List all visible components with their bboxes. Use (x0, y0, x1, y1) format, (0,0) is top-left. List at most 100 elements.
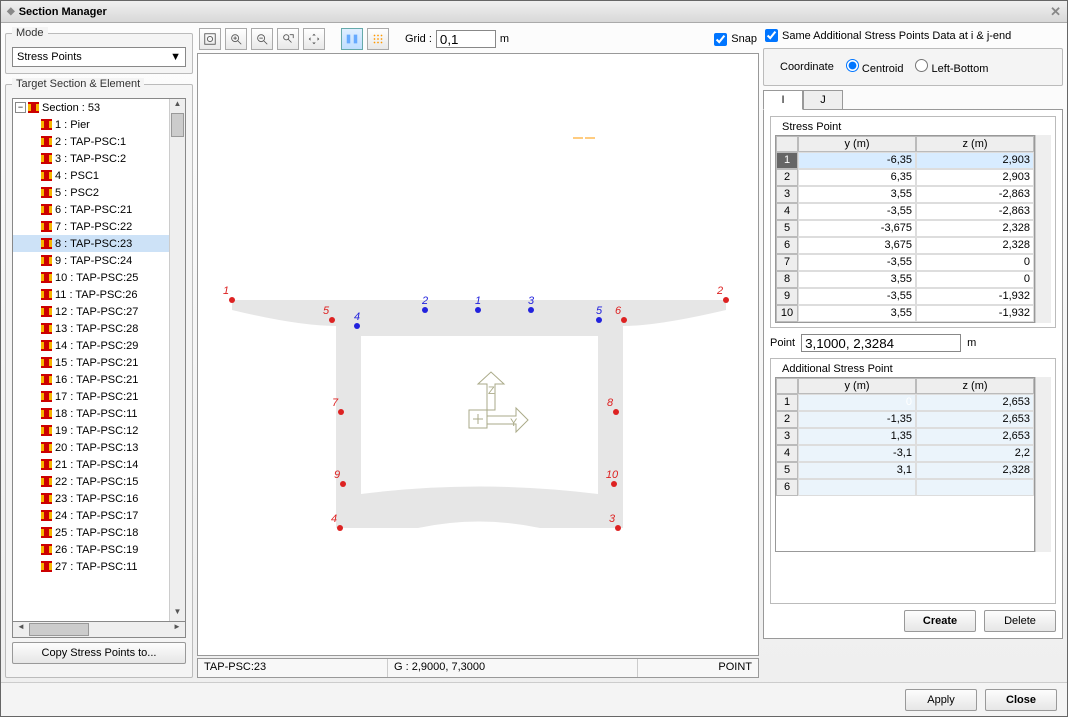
stress-point-marker[interactable] (229, 297, 235, 303)
grid-input[interactable] (436, 30, 496, 48)
mode-value: Stress Points (17, 51, 82, 63)
zoom-in-button[interactable] (225, 28, 247, 50)
status-coord: G : 2,9000, 7,3000 (388, 659, 638, 677)
point-label: Point (770, 337, 795, 349)
tree-item[interactable]: 27 : TAP-PSC:11 (13, 558, 169, 575)
tree-item[interactable]: 11 : TAP-PSC:26 (13, 286, 169, 303)
tree-item[interactable]: 9 : TAP-PSC:24 (13, 252, 169, 269)
same-points-label[interactable]: Same Additional Stress Points Data at i … (782, 30, 1011, 42)
tree-item[interactable]: 12 : TAP-PSC:27 (13, 303, 169, 320)
table-row[interactable]: 6 (776, 479, 1034, 496)
apply-button[interactable]: Apply (905, 689, 977, 711)
close-button[interactable]: Close (985, 689, 1057, 711)
additional-point-marker[interactable] (354, 323, 360, 329)
pan-button[interactable] (303, 28, 325, 50)
stress-point-marker[interactable] (621, 317, 627, 323)
tree-item[interactable]: 6 : TAP-PSC:21 (13, 201, 169, 218)
tree-item[interactable]: 26 : TAP-PSC:19 (13, 541, 169, 558)
table-row[interactable]: 4-3,12,2 (776, 445, 1034, 462)
table-row[interactable]: 102,653 (776, 394, 1034, 411)
tree-item[interactable]: 15 : TAP-PSC:21 (13, 354, 169, 371)
tree-item[interactable]: 24 : TAP-PSC:17 (13, 507, 169, 524)
stress-point-marker[interactable] (329, 317, 335, 323)
same-points-checkbox[interactable] (765, 29, 778, 42)
table-row[interactable]: 31,352,653 (776, 428, 1034, 445)
delete-button[interactable]: Delete (984, 610, 1056, 632)
tree-root[interactable]: −Section : 53 (13, 99, 169, 116)
snap-label[interactable]: Snap (731, 33, 757, 45)
additional-scroll[interactable] (1035, 377, 1051, 552)
svg-text:Z: Z (488, 385, 495, 397)
stress-point-marker[interactable] (611, 481, 617, 487)
stress-point-marker[interactable] (615, 525, 621, 531)
table-row[interactable]: 4-3,55-2,863 (776, 203, 1034, 220)
tree-item[interactable]: 3 : TAP-PSC:2 (13, 150, 169, 167)
table-row[interactable]: 7-3,550 (776, 254, 1034, 271)
coord-centroid-radio[interactable]: Centroid (846, 59, 904, 75)
tree-item[interactable]: 14 : TAP-PSC:29 (13, 337, 169, 354)
additional-point-marker[interactable] (528, 307, 534, 313)
tree-item[interactable]: 18 : TAP-PSC:11 (13, 405, 169, 422)
tree-item[interactable]: 5 : PSC2 (13, 184, 169, 201)
mode-legend: Mode (12, 27, 48, 39)
tree-item[interactable]: 17 : TAP-PSC:21 (13, 388, 169, 405)
additional-point-marker[interactable] (596, 317, 602, 323)
tree-item[interactable]: 7 : TAP-PSC:22 (13, 218, 169, 235)
additional-point-marker[interactable] (422, 307, 428, 313)
additional-point-table[interactable]: y (m)z (m)102,6532-1,352,65331,352,6534-… (775, 377, 1035, 552)
status-section: TAP-PSC:23 (198, 659, 388, 677)
table-row[interactable]: 9-3,55-1,932 (776, 288, 1034, 305)
stress-point-table[interactable]: y (m)z (m)1-6,352,90326,352,90333,55-2,8… (775, 135, 1035, 323)
tree-item[interactable]: 16 : TAP-PSC:21 (13, 371, 169, 388)
zoom-fit-button[interactable] (199, 28, 221, 50)
table-row[interactable]: 5-3,6752,328 (776, 220, 1034, 237)
stress-point-marker[interactable] (337, 525, 343, 531)
point-input[interactable] (801, 334, 961, 352)
tree-item[interactable]: 21 : TAP-PSC:14 (13, 456, 169, 473)
copy-stress-points-button[interactable]: Copy Stress Points to... (12, 642, 186, 664)
tab-j[interactable]: J (803, 90, 843, 110)
create-button[interactable]: Create (904, 610, 976, 632)
stress-point-marker[interactable] (723, 297, 729, 303)
tree-item[interactable]: 1 : Pier (13, 116, 169, 133)
close-icon[interactable]: ✕ (1050, 4, 1061, 20)
coord-leftbottom-radio[interactable]: Left-Bottom (915, 59, 988, 75)
tree-vscroll[interactable]: ▲ ▼ (169, 99, 185, 621)
snap-checkbox[interactable] (714, 33, 727, 46)
tree-item[interactable]: 2 : TAP-PSC:1 (13, 133, 169, 150)
stress-point-marker[interactable] (613, 409, 619, 415)
stress-point-marker[interactable] (340, 481, 346, 487)
section-tree[interactable]: −Section : 531 : Pier2 : TAP-PSC:13 : TA… (13, 99, 169, 621)
additional-legend: Additional Stress Point (779, 363, 896, 375)
mode-fieldset: Mode Stress Points ▼ (5, 27, 193, 74)
tree-item[interactable]: 4 : PSC1 (13, 167, 169, 184)
table-row[interactable]: 83,550 (776, 271, 1034, 288)
tree-item[interactable]: 25 : TAP-PSC:18 (13, 524, 169, 541)
table-row[interactable]: 103,55-1,932 (776, 305, 1034, 322)
tree-item[interactable]: 20 : TAP-PSC:13 (13, 439, 169, 456)
tree-item[interactable]: 13 : TAP-PSC:28 (13, 320, 169, 337)
table-row[interactable]: 2-1,352,653 (776, 411, 1034, 428)
show-nodes-button[interactable] (341, 28, 363, 50)
table-row[interactable]: 63,6752,328 (776, 237, 1034, 254)
tree-item[interactable]: 23 : TAP-PSC:16 (13, 490, 169, 507)
table-row[interactable]: 1-6,352,903 (776, 152, 1034, 169)
tree-item[interactable]: 10 : TAP-PSC:25 (13, 269, 169, 286)
tab-i[interactable]: I (763, 90, 803, 110)
zoom-out-button[interactable] (251, 28, 273, 50)
tree-item[interactable]: 19 : TAP-PSC:12 (13, 422, 169, 439)
canvas-toolbar: Grid : m Snap (197, 27, 759, 51)
table-row[interactable]: 53,12,328 (776, 462, 1034, 479)
section-canvas[interactable]: Z Y 1234567891012345 (197, 53, 759, 656)
tree-item[interactable]: 22 : TAP-PSC:15 (13, 473, 169, 490)
tree-hscroll[interactable]: ◄► (12, 622, 186, 638)
tree-item[interactable]: 8 : TAP-PSC:23 (13, 235, 169, 252)
table-row[interactable]: 33,55-2,863 (776, 186, 1034, 203)
stress-point-scroll[interactable] (1035, 135, 1051, 323)
show-grid-button[interactable] (367, 28, 389, 50)
mode-select[interactable]: Stress Points ▼ (12, 47, 186, 67)
table-row[interactable]: 26,352,903 (776, 169, 1034, 186)
additional-point-marker[interactable] (475, 307, 481, 313)
zoom-window-button[interactable] (277, 28, 299, 50)
stress-point-marker[interactable] (338, 409, 344, 415)
